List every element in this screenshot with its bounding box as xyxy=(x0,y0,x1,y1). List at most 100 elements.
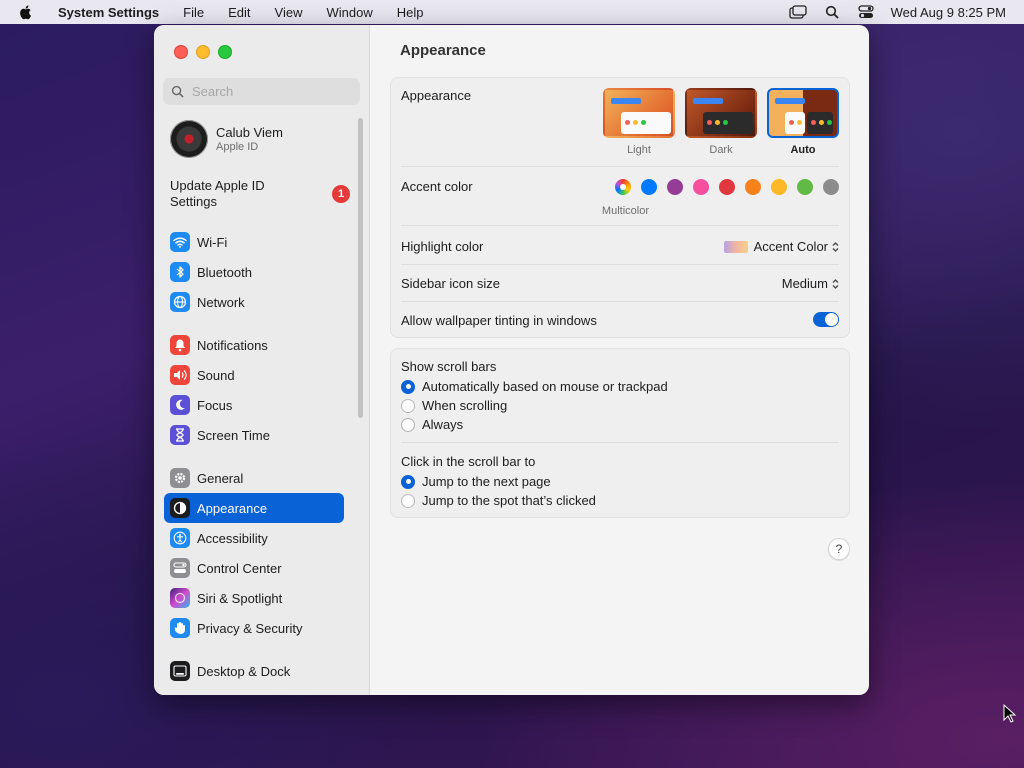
sidebar-item-label: Bluetooth xyxy=(197,264,252,280)
speaker-icon xyxy=(170,365,190,385)
sidebar-item-label: Wi-Fi xyxy=(197,234,228,250)
globe-icon xyxy=(170,292,190,312)
accent-color-swatches xyxy=(615,179,839,195)
sidebar-item-sound[interactable]: Sound xyxy=(164,360,344,390)
control-center-icon xyxy=(170,558,190,578)
siri-icon xyxy=(170,588,190,608)
sidebar-icon-size-label: Sidebar icon size xyxy=(401,276,500,291)
page-title: Appearance xyxy=(400,42,486,59)
sidebar-item-bluetooth[interactable]: Bluetooth xyxy=(164,257,344,287)
highlight-color-label: Highlight color xyxy=(401,239,484,254)
radio-jump-next-page[interactable]: Jump to the next page xyxy=(401,474,551,489)
appearance-options: Light Dark Auto xyxy=(603,88,839,156)
appearance-option-label: Dark xyxy=(709,144,733,156)
radio-scroll-auto[interactable]: Automatically based on mouse or trackpad xyxy=(401,379,668,394)
sidebar-icon-size-popup[interactable]: Medium xyxy=(782,276,839,291)
divider xyxy=(401,301,839,302)
radio-button[interactable] xyxy=(401,493,415,508)
radio-button[interactable] xyxy=(401,474,415,489)
highlight-color-popup[interactable]: Accent Color xyxy=(723,239,839,254)
radio-button[interactable] xyxy=(401,398,415,413)
radio-button[interactable] xyxy=(401,379,415,394)
dock-icon xyxy=(170,661,190,681)
accent-swatch-orange[interactable] xyxy=(745,179,761,195)
sidebar-item-label: Accessibility xyxy=(197,530,268,546)
accent-swatch-blue[interactable] xyxy=(641,179,657,195)
sidebar-item-appearance[interactable]: Appearance xyxy=(164,493,344,523)
sidebar-item-wifi[interactable]: Wi-Fi xyxy=(164,227,344,257)
menu-clock[interactable]: Wed Aug 9 8:25 PM xyxy=(891,5,1006,20)
show-scroll-bars-label: Show scroll bars xyxy=(401,359,497,374)
accent-swatch-purple[interactable] xyxy=(667,179,683,195)
appearance-option-light[interactable]: Light xyxy=(603,88,675,156)
sidebar-group-network: Wi-Fi Bluetooth Network xyxy=(164,227,344,317)
accent-swatch-graphite[interactable] xyxy=(823,179,839,195)
click-scroll-bar-label: Click in the scroll bar to xyxy=(401,454,536,469)
dark-preview-image xyxy=(685,88,757,138)
divider xyxy=(401,264,839,265)
sidebar-item-label: Siri & Spotlight xyxy=(197,590,283,606)
search-input[interactable] xyxy=(190,83,344,100)
help-button[interactable]: ? xyxy=(828,538,850,560)
radio-jump-to-spot[interactable]: Jump to the spot that’s clicked xyxy=(401,493,596,508)
menu-app-name[interactable]: System Settings xyxy=(46,5,171,20)
sidebar-item-control-center[interactable]: Control Center xyxy=(164,553,344,583)
update-apple-id-item[interactable]: Update Apple ID Settings 1 xyxy=(170,178,350,210)
screen-mirroring-icon[interactable] xyxy=(788,3,807,21)
radio-scroll-always[interactable]: Always xyxy=(401,417,463,432)
accent-swatch-multicolor[interactable] xyxy=(615,179,631,195)
menu-help[interactable]: Help xyxy=(385,5,436,20)
sidebar-group-notifications: Notifications Sound Focus Screen Time xyxy=(164,330,344,450)
sidebar-item-siri-spotlight[interactable]: Siri & Spotlight xyxy=(164,583,344,613)
sidebar-item-desktop-dock[interactable]: Desktop & Dock xyxy=(164,656,344,686)
radio-button[interactable] xyxy=(401,417,415,432)
sidebar-item-label: Control Center xyxy=(197,560,282,576)
radio-scroll-when-scrolling[interactable]: When scrolling xyxy=(401,398,507,413)
close-button[interactable] xyxy=(174,45,188,59)
sidebar-icon-size-value: Medium xyxy=(781,276,828,291)
appearance-option-dark[interactable]: Dark xyxy=(685,88,757,156)
menu-edit[interactable]: Edit xyxy=(216,5,262,20)
sidebar-item-label: Appearance xyxy=(197,500,268,516)
accent-swatch-pink[interactable] xyxy=(693,179,709,195)
moon-icon xyxy=(170,395,190,415)
sidebar-item-general[interactable]: General xyxy=(164,463,344,493)
zoom-button[interactable] xyxy=(218,45,232,59)
minimize-button[interactable] xyxy=(196,45,210,59)
sidebar-item-label: Sound xyxy=(197,367,235,383)
apple-logo-icon[interactable] xyxy=(18,4,34,20)
sidebar-item-focus[interactable]: Focus xyxy=(164,390,344,420)
notification-badge: 1 xyxy=(332,185,350,203)
highlight-color-swatch xyxy=(723,240,748,253)
menu-window[interactable]: Window xyxy=(314,5,384,20)
radio-label: Jump to the spot that’s clicked xyxy=(422,493,596,508)
sidebar-item-notifications[interactable]: Notifications xyxy=(164,330,344,360)
search-field[interactable] xyxy=(163,78,360,105)
sidebar-item-label: General xyxy=(197,470,244,486)
control-center-menu-icon[interactable] xyxy=(857,3,875,21)
sidebar-item-accessibility[interactable]: Accessibility xyxy=(164,523,344,553)
apple-id-profile[interactable]: Calub Viem Apple ID xyxy=(170,120,283,158)
sidebar-scrollbar[interactable] xyxy=(358,118,363,418)
appearance-icon xyxy=(170,498,190,518)
accent-swatch-green[interactable] xyxy=(797,179,813,195)
sidebar-item-privacy-security[interactable]: Privacy & Security xyxy=(164,613,344,643)
menu-file[interactable]: File xyxy=(171,5,216,20)
spotlight-search-icon[interactable] xyxy=(823,3,841,21)
sidebar-item-label: Privacy & Security xyxy=(197,620,303,636)
divider xyxy=(401,442,839,443)
appearance-option-label: Auto xyxy=(790,144,816,156)
mouse-pointer-icon xyxy=(1003,704,1017,723)
appearance-option-auto[interactable]: Auto xyxy=(767,88,839,156)
accent-swatch-yellow[interactable] xyxy=(771,179,787,195)
accent-swatch-red[interactable] xyxy=(719,179,735,195)
wallpaper-tinting-toggle[interactable] xyxy=(813,312,839,327)
light-preview-image xyxy=(603,88,675,138)
sidebar-item-screen-time[interactable]: Screen Time xyxy=(164,420,344,450)
sidebar-item-network[interactable]: Network xyxy=(164,287,344,317)
sidebar: Calub Viem Apple ID Update Apple ID Sett… xyxy=(154,25,370,695)
hand-icon xyxy=(170,618,190,638)
sidebar-item-label: Desktop & Dock xyxy=(197,663,291,679)
menu-view[interactable]: View xyxy=(263,5,315,20)
divider xyxy=(401,166,839,167)
